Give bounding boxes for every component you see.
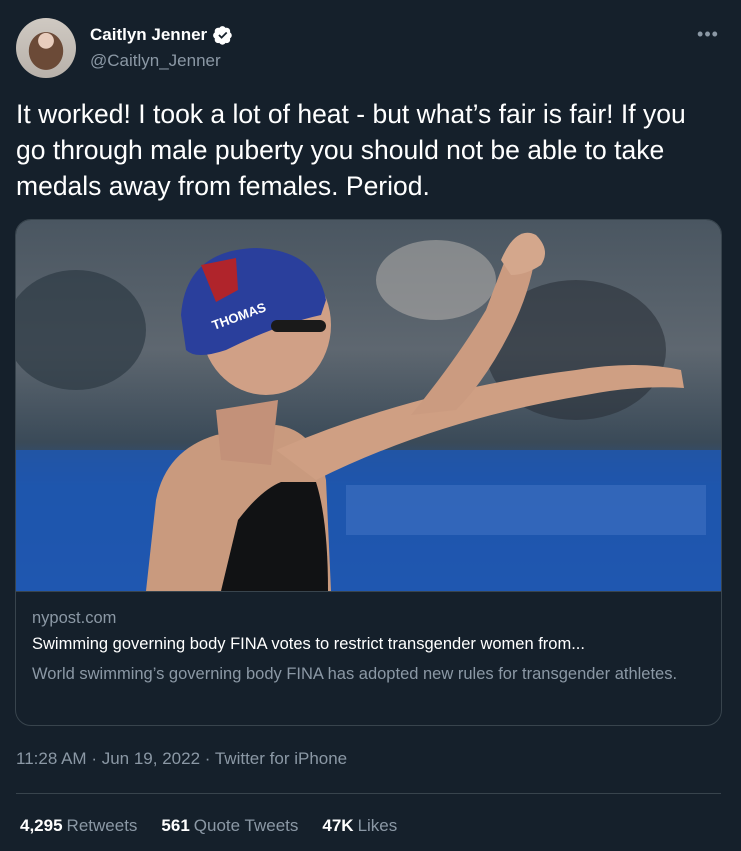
tweet-text: It worked! I took a lot of heat - but wh… (16, 99, 686, 201)
tweet-meta: 11:28 AM · Jun 19, 2022 · Twitter for iP… (16, 749, 347, 769)
retweets-label: Retweets (66, 816, 138, 835)
tweet-time[interactable]: 11:28 AM (16, 749, 87, 768)
card-domain: nypost.com (32, 609, 117, 627)
quote-tweets-label: Quote Tweets (193, 816, 299, 835)
tweet-source[interactable]: Twitter for iPhone (215, 749, 347, 768)
quote-tweets-count: 561 (161, 816, 190, 835)
tweet: Caitlyn Jenner @Caitlyn_Jenner ••• It wo… (0, 0, 741, 851)
tweet-stats: 4,295 Retweets 561 Quote Tweets 47K Like… (20, 816, 397, 836)
card-description: World swimming’s governing body FINA has… (32, 665, 678, 683)
quote-tweets-stat[interactable]: 561 Quote Tweets (161, 816, 298, 836)
name-row: Caitlyn Jenner (90, 25, 233, 45)
divider (16, 793, 721, 794)
display-name[interactable]: Caitlyn Jenner (90, 25, 207, 45)
user-handle[interactable]: @Caitlyn_Jenner (90, 51, 221, 71)
likes-label: Likes (357, 816, 398, 835)
meta-separator: · (91, 749, 97, 768)
more-options-icon[interactable]: ••• (695, 24, 721, 44)
avatar[interactable] (16, 18, 76, 78)
retweets-stat[interactable]: 4,295 Retweets (20, 816, 137, 836)
meta-separator: · (204, 749, 211, 768)
card-title[interactable]: Swimming governing body FINA votes to re… (32, 635, 585, 654)
verified-badge-icon (213, 25, 233, 45)
card-divider (16, 591, 721, 592)
likes-stat[interactable]: 47K Likes (322, 816, 397, 836)
link-card[interactable]: THOMAS nypost.com Swimming governing bod… (15, 219, 722, 726)
tweet-date[interactable]: Jun 19, 2022 (102, 749, 200, 768)
retweets-count: 4,295 (20, 816, 63, 835)
likes-count: 47K (322, 816, 354, 835)
tweet-header: Caitlyn Jenner @Caitlyn_Jenner ••• (16, 18, 725, 80)
card-image[interactable]: THOMAS (16, 220, 721, 591)
